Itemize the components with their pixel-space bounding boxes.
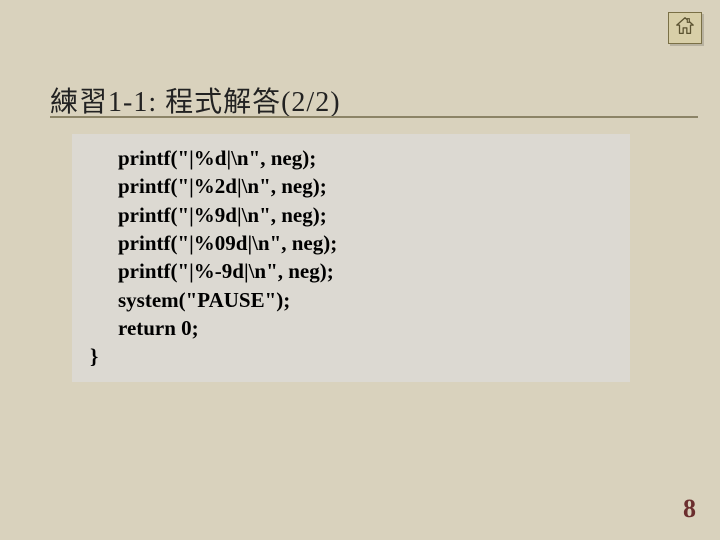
code-line: system("PAUSE"); bbox=[90, 286, 612, 314]
code-line: printf("|%09d|\n", neg); bbox=[90, 229, 612, 257]
title-underline bbox=[50, 116, 698, 118]
home-icon bbox=[674, 15, 696, 42]
page-title: 練習1-1: 程式解答(2/2) bbox=[50, 80, 341, 120]
code-block: printf("|%d|\n", neg); printf("|%2d|\n",… bbox=[72, 134, 630, 382]
code-line: printf("|%d|\n", neg); bbox=[90, 144, 612, 172]
code-line: printf("|%2d|\n", neg); bbox=[90, 172, 612, 200]
code-line: printf("|%-9d|\n", neg); bbox=[90, 257, 612, 285]
code-line: return 0; bbox=[90, 314, 612, 342]
code-line: printf("|%9d|\n", neg); bbox=[90, 201, 612, 229]
code-closing-brace: } bbox=[90, 342, 612, 370]
home-button[interactable] bbox=[668, 12, 702, 44]
page-number: 8 bbox=[683, 494, 696, 524]
